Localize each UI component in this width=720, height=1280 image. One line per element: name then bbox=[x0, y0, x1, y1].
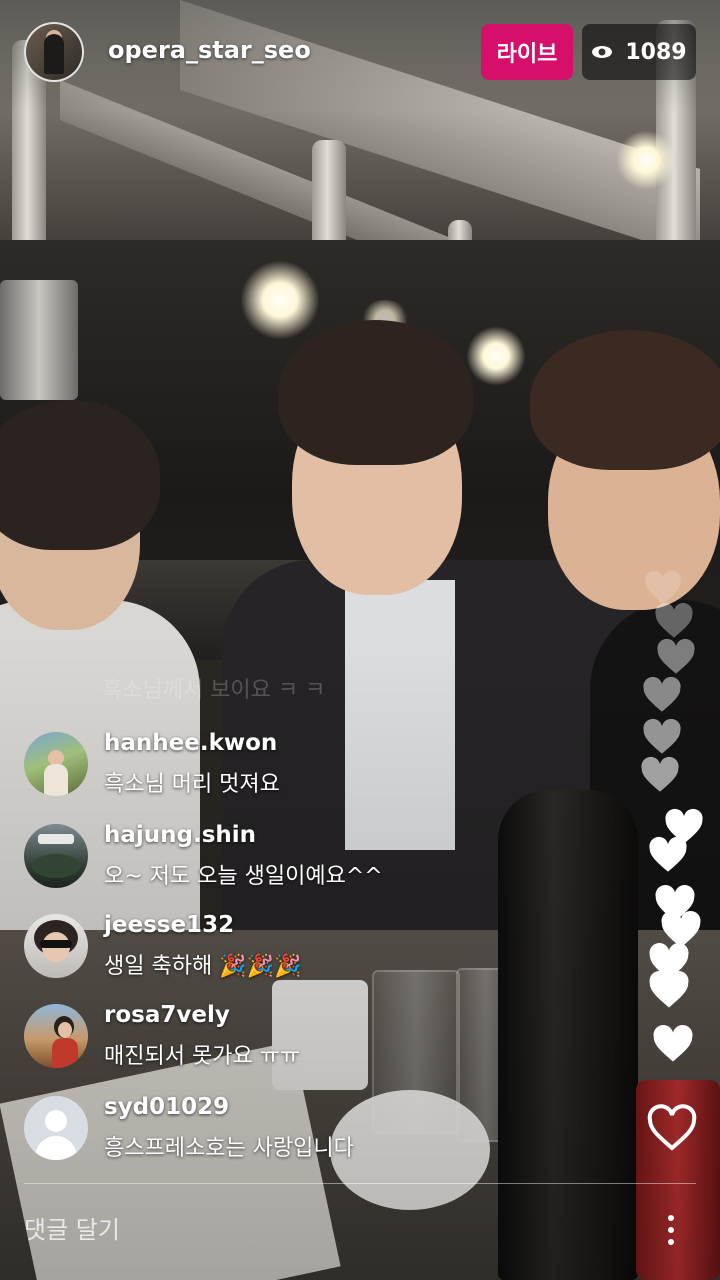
eye-icon bbox=[591, 45, 613, 59]
default-avatar-icon[interactable] bbox=[24, 1096, 88, 1160]
comment-username[interactable]: rosa7vely bbox=[104, 1002, 230, 1028]
ceiling-light bbox=[466, 326, 526, 386]
comment-username[interactable]: hajung.shin bbox=[104, 822, 256, 848]
comment-username[interactable]: syd01029 bbox=[104, 1094, 229, 1120]
avatar[interactable] bbox=[24, 914, 88, 978]
floating-hearts bbox=[636, 570, 720, 1110]
comment-input[interactable]: 댓글 달기 bbox=[24, 1208, 584, 1252]
heart-icon bbox=[643, 718, 681, 754]
comment-text: 흑소님 머리 멋져요 bbox=[104, 772, 280, 797]
heart-icon bbox=[649, 970, 689, 1008]
heart-icon bbox=[657, 638, 695, 674]
comment-item: jeesse132 생일 축하해 🎉🎉🎉 bbox=[24, 902, 624, 982]
comment-item: syd01029 흥스프레소호는 사랑입니다 bbox=[24, 1084, 624, 1164]
live-badge: 라이브 bbox=[481, 24, 573, 80]
fading-comment: 흑소님께서 보이요 ㅋ ㅋ bbox=[102, 678, 326, 703]
like-button[interactable] bbox=[646, 1104, 698, 1156]
comment-text: 오~ 저도 오늘 생일이예요^^ bbox=[104, 864, 383, 889]
comment-item: hajung.shin 오~ 저도 오늘 생일이예요^^ bbox=[24, 812, 624, 892]
heart-icon bbox=[643, 676, 681, 712]
viewer-count: 1089 bbox=[625, 39, 687, 65]
comment-text: 매진되서 못가요 ㅠㅠ bbox=[104, 1044, 301, 1069]
avatar[interactable] bbox=[24, 732, 88, 796]
host-username[interactable]: opera_star_seo bbox=[108, 36, 311, 64]
comment-username[interactable]: jeesse132 bbox=[104, 912, 234, 938]
divider bbox=[24, 1183, 696, 1184]
host-avatar[interactable] bbox=[24, 22, 84, 82]
ceiling-light bbox=[240, 260, 320, 340]
heart-outline-icon bbox=[647, 1104, 697, 1151]
more-vertical-icon[interactable] bbox=[656, 1208, 686, 1252]
heart-icon bbox=[653, 1024, 693, 1062]
heart-icon bbox=[649, 836, 687, 872]
grill-hood bbox=[0, 280, 78, 400]
comment-username[interactable]: hanhee.kwon bbox=[104, 730, 277, 756]
comment-item: hanhee.kwon 흑소님 머리 멋져요 bbox=[24, 720, 624, 800]
heart-icon bbox=[641, 756, 679, 792]
ceiling-light bbox=[616, 130, 676, 190]
heart-icon bbox=[655, 602, 693, 638]
avatar[interactable] bbox=[24, 824, 88, 888]
heart-icon bbox=[645, 570, 681, 604]
live-header: opera_star_seo 라이브 1089 bbox=[0, 0, 720, 106]
comment-text: 흥스프레소호는 사랑입니다 bbox=[104, 1136, 354, 1161]
comment-text: 생일 축하해 🎉🎉🎉 bbox=[104, 954, 302, 979]
viewer-count-badge[interactable]: 1089 bbox=[582, 24, 696, 80]
comment-item: rosa7vely 매진되서 못가요 ㅠㅠ bbox=[24, 992, 624, 1072]
avatar[interactable] bbox=[24, 1004, 88, 1068]
